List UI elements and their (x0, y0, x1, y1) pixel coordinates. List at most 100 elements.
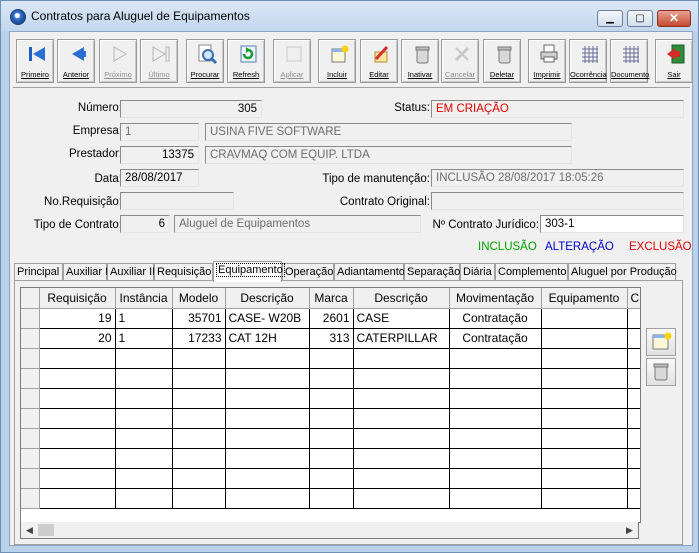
status-field[interactable]: EM CRIAÇÃO (431, 100, 684, 118)
tab-adiantamento[interactable]: Adiantamento (334, 263, 405, 280)
table-cell[interactable] (449, 448, 542, 469)
table-cell[interactable] (449, 388, 542, 409)
row-indicator[interactable] (21, 348, 40, 369)
table-cell[interactable]: CASE- W20B (225, 308, 310, 329)
table-cell[interactable] (541, 448, 628, 469)
tab-principal[interactable]: Principal (14, 263, 63, 280)
table-row[interactable] (21, 448, 640, 469)
anterior-button[interactable]: Anterior (57, 39, 95, 83)
table-cell[interactable] (309, 428, 354, 449)
deletar-button[interactable]: Deletar (483, 39, 521, 83)
table-cell[interactable] (541, 408, 628, 429)
table-cell[interactable]: 2601 (309, 308, 354, 329)
table-row[interactable] (21, 468, 640, 489)
row-indicator[interactable] (21, 368, 40, 389)
table-cell[interactable] (541, 328, 628, 349)
scroll-right-icon[interactable]: ▶ (621, 522, 638, 538)
table-cell[interactable] (627, 408, 640, 429)
table-row[interactable] (21, 388, 640, 409)
table-row[interactable] (21, 348, 640, 369)
table-cell[interactable] (39, 388, 116, 409)
table-cell[interactable] (627, 488, 640, 509)
table-cell[interactable] (172, 448, 226, 469)
table-cell[interactable] (353, 348, 450, 369)
table-cell[interactable] (172, 368, 226, 389)
table-cell[interactable] (309, 468, 354, 489)
imprimir-button[interactable]: Imprimir (528, 39, 566, 83)
table-cell[interactable] (627, 328, 640, 349)
table-cell[interactable] (541, 368, 628, 389)
tipo-contrato-code-field[interactable]: 6 (120, 215, 170, 233)
title-bar[interactable]: Contratos para Aluguel de Equipamentos ▁… (1, 1, 698, 31)
refresh-button[interactable]: Refresh (227, 39, 265, 83)
maximize-button[interactable]: ▢ (627, 10, 653, 27)
column-header[interactable]: Marca (309, 288, 354, 309)
column-header[interactable]: Descrição (353, 288, 450, 309)
table-cell[interactable] (309, 348, 354, 369)
table-cell[interactable] (449, 428, 542, 449)
table-row[interactable]: 19 1 35701 CASE- W20B 2601 CASE Contratação (21, 308, 640, 329)
table-cell[interactable] (172, 468, 226, 489)
table-cell[interactable] (449, 348, 542, 369)
no-requisicao-field[interactable] (120, 192, 234, 210)
table-cell[interactable] (309, 368, 354, 389)
row-indicator[interactable] (21, 448, 40, 469)
table-cell[interactable] (449, 368, 542, 389)
table-cell[interactable] (541, 388, 628, 409)
table-cell[interactable]: CAT 12H (225, 328, 310, 349)
table-cell[interactable] (39, 348, 116, 369)
table-cell[interactable]: CATERPILLAR (353, 328, 450, 349)
table-cell[interactable]: 35701 (172, 308, 226, 329)
table-cell[interactable]: 17233 (172, 328, 226, 349)
table-row[interactable]: 20 1 17233 CAT 12H 313 CATERPILLAR Contratação (21, 328, 640, 349)
table-cell[interactable] (225, 428, 310, 449)
editar-button[interactable]: Editar (360, 39, 398, 83)
table-cell[interactable] (353, 388, 450, 409)
column-header[interactable]: Descrição (225, 288, 310, 309)
table-cell[interactable] (541, 488, 628, 509)
empresa-name-field[interactable]: USINA FIVE SOFTWARE (205, 123, 572, 141)
table-cell[interactable] (115, 368, 173, 389)
prestador-code-field[interactable]: 13375 (120, 146, 199, 164)
tab-auxiliar-i[interactable]: Auxiliar I (63, 263, 108, 280)
table-cell[interactable] (225, 348, 310, 369)
tab-equipamento[interactable]: Equipamento (213, 261, 285, 282)
column-header[interactable]: Equipamento (541, 288, 628, 309)
table-cell[interactable] (353, 428, 450, 449)
table-cell[interactable]: Contratação (449, 308, 542, 329)
table-cell[interactable]: 313 (309, 328, 354, 349)
table-cell[interactable] (115, 408, 173, 429)
table-cell[interactable] (172, 408, 226, 429)
table-cell[interactable] (172, 488, 226, 509)
table-cell[interactable] (353, 448, 450, 469)
table-cell[interactable] (39, 468, 116, 489)
row-indicator[interactable] (21, 328, 40, 349)
tab-auxiliar-ii[interactable]: Auxiliar II (107, 263, 155, 280)
delete-row-button[interactable] (646, 358, 676, 386)
table-row[interactable] (21, 368, 640, 389)
column-header[interactable]: Requisição (39, 288, 116, 309)
row-indicator[interactable] (21, 308, 40, 329)
table-cell[interactable] (541, 348, 628, 369)
table-cell[interactable] (627, 308, 640, 329)
tab-aluguel-por-producao[interactable]: Aluguel por Produção (568, 263, 677, 280)
table-cell[interactable] (541, 468, 628, 489)
table-cell[interactable] (225, 448, 310, 469)
ocorrencia-button[interactable]: Ocorrência (569, 39, 607, 83)
table-cell[interactable] (627, 468, 640, 489)
table-cell[interactable] (627, 428, 640, 449)
sair-button[interactable]: Sair (655, 39, 693, 83)
primeiro-button[interactable]: Primeiro (16, 39, 54, 83)
proximo-button[interactable]: Próximo (99, 39, 137, 83)
table-cell[interactable] (172, 428, 226, 449)
table-cell[interactable] (353, 468, 450, 489)
table-cell[interactable] (225, 368, 310, 389)
table-cell[interactable] (309, 388, 354, 409)
table-cell[interactable] (541, 308, 628, 329)
scroll-left-icon[interactable]: ◀ (21, 522, 38, 538)
row-indicator[interactable] (21, 468, 40, 489)
minimize-button[interactable]: ▁ (597, 10, 623, 27)
row-indicator[interactable] (21, 488, 40, 509)
table-cell[interactable] (627, 388, 640, 409)
table-cell[interactable] (449, 488, 542, 509)
